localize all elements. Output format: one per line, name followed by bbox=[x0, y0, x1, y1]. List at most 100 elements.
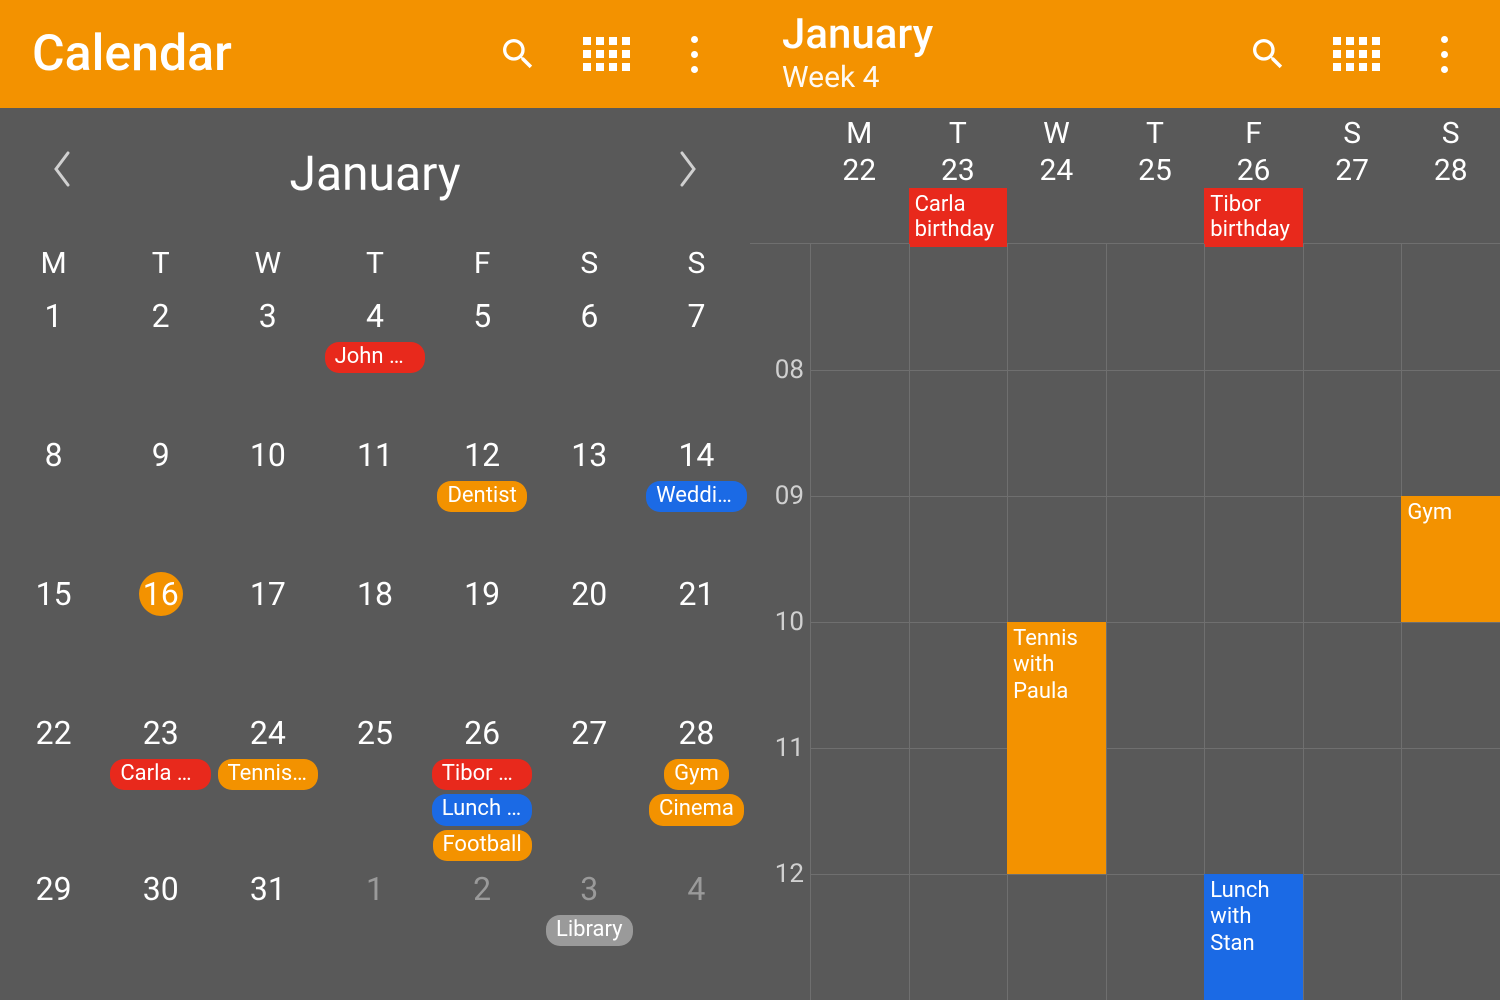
day-cell[interactable]: 5 bbox=[429, 288, 536, 427]
week-day-header-cell[interactable]: T23 bbox=[909, 108, 1008, 188]
day-cell[interactable]: 17 bbox=[214, 566, 321, 705]
day-cell[interactable]: 19 bbox=[429, 566, 536, 705]
hour-label: 08 bbox=[775, 355, 804, 385]
day-cell[interactable]: 1 bbox=[0, 288, 107, 427]
day-cell[interactable]: 4 John birt bbox=[321, 288, 428, 427]
search-icon[interactable] bbox=[498, 34, 538, 74]
day-number: 22 bbox=[32, 711, 76, 755]
day-cell[interactable]: 21 bbox=[643, 566, 750, 705]
month-body: January MTWTFSS 1234John birt56789101112… bbox=[0, 108, 750, 1000]
day-number: 11 bbox=[353, 433, 397, 477]
day-number: 17 bbox=[246, 572, 290, 616]
day-cell[interactable]: 29 bbox=[0, 861, 107, 1000]
day-cell[interactable]: 25 bbox=[321, 705, 428, 861]
view-grid-icon[interactable] bbox=[1336, 34, 1376, 74]
day-cell[interactable]: 1 bbox=[321, 861, 428, 1000]
week-event[interactable]: Lunch with Stan bbox=[1204, 874, 1303, 1000]
week-event[interactable]: Tennis with Paula bbox=[1007, 622, 1106, 874]
event-chip[interactable]: Gym bbox=[664, 759, 729, 790]
day-cell[interactable]: 16 bbox=[107, 566, 214, 705]
dow-label: W bbox=[1007, 116, 1106, 151]
day-number: 15 bbox=[32, 572, 76, 616]
date-number: 25 bbox=[1106, 153, 1205, 188]
day-cell[interactable]: 2 bbox=[107, 288, 214, 427]
day-cell[interactable]: 31 bbox=[214, 861, 321, 1000]
date-number: 27 bbox=[1303, 153, 1402, 188]
day-cell[interactable]: 3Library bbox=[536, 861, 643, 1000]
hour-label: 09 bbox=[775, 481, 804, 511]
day-cell[interactable]: 14 Wedding bbox=[643, 427, 750, 566]
day-cell[interactable]: 7 bbox=[643, 288, 750, 427]
event-chip[interactable]: Lunch w bbox=[432, 794, 533, 825]
day-cell[interactable]: 18 bbox=[321, 566, 428, 705]
overflow-menu-icon[interactable] bbox=[1424, 34, 1464, 74]
week-header: January Week 4 bbox=[750, 0, 1500, 108]
prev-month-button[interactable] bbox=[40, 139, 84, 208]
day-number: 19 bbox=[460, 572, 504, 616]
day-cell[interactable]: 24Tennis w bbox=[214, 705, 321, 861]
day-number: 4 bbox=[353, 294, 397, 338]
day-cell[interactable]: 28GymCinema bbox=[643, 705, 750, 861]
day-cell[interactable]: 4 bbox=[643, 861, 750, 1000]
event-chip[interactable]: Dentist bbox=[437, 481, 526, 512]
dow-label: W bbox=[214, 246, 321, 281]
day-number: 25 bbox=[353, 711, 397, 755]
day-cell[interactable]: 15 bbox=[0, 566, 107, 705]
week-day-header-cell[interactable]: S27 bbox=[1303, 108, 1402, 188]
event-chip[interactable]: Carla bir bbox=[110, 759, 211, 790]
day-number: 18 bbox=[353, 572, 397, 616]
event-chip[interactable]: John birt bbox=[325, 342, 426, 373]
month-header: Calendar bbox=[0, 0, 750, 108]
allday-event[interactable]: Tibor birthday bbox=[1204, 188, 1303, 247]
event-chip[interactable]: Tibor bir bbox=[432, 759, 533, 790]
dow-label: S bbox=[643, 246, 750, 281]
dow-label: M bbox=[810, 116, 909, 151]
next-month-button[interactable] bbox=[666, 139, 710, 208]
day-cell[interactable]: 26Tibor birLunch wFootball bbox=[429, 705, 536, 861]
day-cell[interactable]: 22 bbox=[0, 705, 107, 861]
day-cell[interactable]: 12Dentist bbox=[429, 427, 536, 566]
week-day-header-cell[interactable]: W24 bbox=[1007, 108, 1106, 188]
day-number: 9 bbox=[139, 433, 183, 477]
allday-event[interactable]: Carla birthday bbox=[909, 188, 1008, 247]
month-pane: Calendar January MTWTFSS 1234John birt56… bbox=[0, 0, 750, 1000]
day-number: 14 bbox=[674, 433, 718, 477]
day-number: 31 bbox=[246, 867, 290, 911]
view-grid-icon[interactable] bbox=[586, 34, 626, 74]
day-cell[interactable]: 30 bbox=[107, 861, 214, 1000]
day-number: 5 bbox=[460, 294, 504, 338]
day-cell[interactable]: 11 bbox=[321, 427, 428, 566]
day-cell[interactable]: 6 bbox=[536, 288, 643, 427]
day-number: 2 bbox=[139, 294, 183, 338]
day-cell[interactable]: 27 bbox=[536, 705, 643, 861]
day-number: 21 bbox=[674, 572, 718, 616]
dow-label: S bbox=[1401, 116, 1500, 151]
event-chip[interactable]: Football bbox=[433, 830, 532, 861]
month-header-actions bbox=[498, 34, 714, 74]
week-grid[interactable]: 0809101112 GymTennis with PaulaLunch wit… bbox=[750, 244, 1500, 1000]
event-chip[interactable]: Tennis w bbox=[218, 759, 319, 790]
event-chip[interactable]: Library bbox=[546, 915, 633, 946]
event-chip[interactable]: Wedding bbox=[646, 481, 747, 512]
week-day-header-cell[interactable]: M22 bbox=[810, 108, 909, 188]
overflow-menu-icon[interactable] bbox=[674, 34, 714, 74]
day-cell[interactable]: 13 bbox=[536, 427, 643, 566]
day-cell[interactable]: 10 bbox=[214, 427, 321, 566]
hour-label: 11 bbox=[775, 733, 804, 763]
day-number: 30 bbox=[139, 867, 183, 911]
search-icon[interactable] bbox=[1248, 34, 1288, 74]
week-event[interactable]: Gym bbox=[1401, 496, 1500, 622]
day-cell[interactable]: 9 bbox=[107, 427, 214, 566]
week-day-header-cell[interactable]: F26 bbox=[1204, 108, 1303, 188]
week-day-header-cell[interactable]: S28 bbox=[1401, 108, 1500, 188]
day-cell[interactable]: 8 bbox=[0, 427, 107, 566]
day-cell[interactable]: 3 bbox=[214, 288, 321, 427]
day-of-week-row: MTWTFSS bbox=[0, 238, 750, 288]
day-cell[interactable]: 2 bbox=[429, 861, 536, 1000]
day-cell[interactable]: 20 bbox=[536, 566, 643, 705]
event-chip[interactable]: Cinema bbox=[649, 794, 744, 825]
dow-label: F bbox=[1204, 116, 1303, 151]
day-cell[interactable]: 23Carla bir bbox=[107, 705, 214, 861]
week-day-header-cell[interactable]: T25 bbox=[1106, 108, 1205, 188]
day-number: 2 bbox=[460, 867, 504, 911]
